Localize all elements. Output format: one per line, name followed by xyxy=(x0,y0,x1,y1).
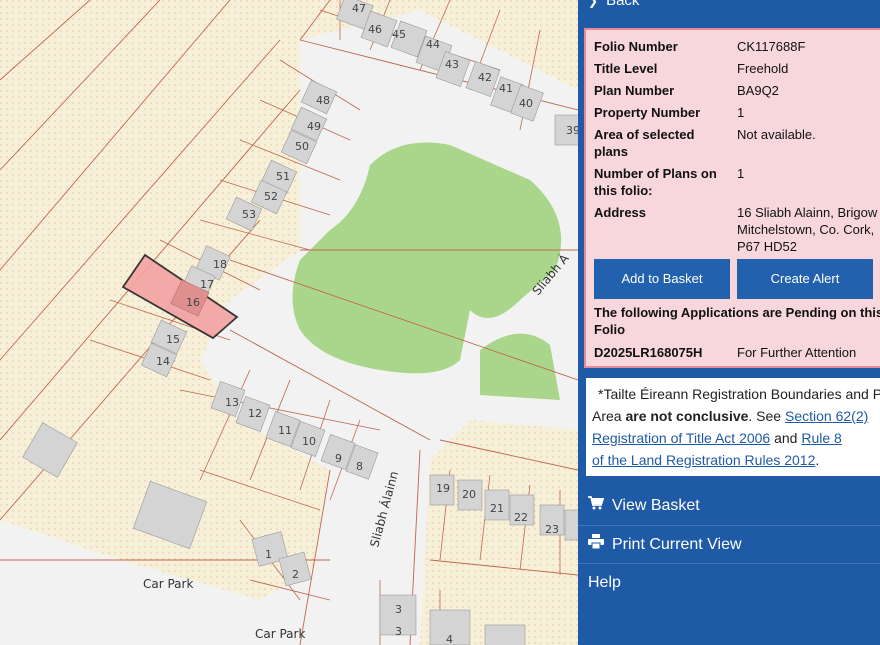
view-basket-label: View Basket xyxy=(612,497,700,514)
house-number: 23 xyxy=(545,523,559,536)
house-number: 4 xyxy=(446,633,453,645)
notice-line: Area are not conclusive. See Section 62(… xyxy=(592,408,869,424)
house-number: 2 xyxy=(292,568,299,581)
application-status: For Further Attention xyxy=(737,345,857,360)
address-line: Mitchelstown, Co. Cork, xyxy=(737,222,875,237)
view-basket-menu-item[interactable]: View Basket xyxy=(578,487,880,525)
house-number: 16 xyxy=(186,296,200,309)
field-label: Plan Number xyxy=(594,83,675,98)
house-number: 22 xyxy=(514,511,528,524)
house-number: 39 xyxy=(566,124,578,137)
house-number: 45 xyxy=(392,28,406,41)
house-number: 20 xyxy=(462,488,476,501)
house-number: 41 xyxy=(499,82,513,95)
section-62-link[interactable]: Section 62(2) xyxy=(785,408,868,424)
house-number: 18 xyxy=(213,258,227,271)
house-number: 50 xyxy=(295,140,309,153)
field-value: Freehold xyxy=(737,61,789,76)
notice-line: *Tailte Éireann Registration Boundaries … xyxy=(598,386,880,402)
field-label: Title Level xyxy=(594,61,658,76)
green-area-small xyxy=(480,333,560,400)
house-number: 3 xyxy=(395,603,402,616)
house-number: 1 xyxy=(265,548,272,561)
print-current-view-menu-item[interactable]: Print Current View xyxy=(578,525,880,563)
print-current-view-label: Print Current View xyxy=(612,536,742,553)
car-park-label: Car Park xyxy=(255,627,305,641)
details-sidebar: ❯ Back Folio Number CK117688F Title Level… xyxy=(578,0,880,645)
field-value: 1 xyxy=(737,166,745,181)
field-label: Area of selected plans xyxy=(594,127,695,159)
house-number: 14 xyxy=(156,355,170,368)
house-number: 19 xyxy=(436,482,450,495)
notice-line: of the Land Registration Rules 2012. xyxy=(592,452,820,468)
house-number: 51 xyxy=(276,170,290,183)
application-id: D2025LR168075H xyxy=(594,345,703,360)
car-park-label: Car Park xyxy=(143,577,193,591)
house-number: 9 xyxy=(335,452,342,465)
house-number: 3 xyxy=(395,625,402,638)
land-registration-rules-link[interactable]: of the Land Registration Rules 2012 xyxy=(592,452,815,468)
house-number: 13 xyxy=(225,396,239,409)
map-view[interactable]: 47 46 45 44 43 42 41 40 39 48 49 50 51 5… xyxy=(0,0,578,645)
pending-applications-title: The following Applications are Pending o… xyxy=(594,305,880,337)
house-number: 11 xyxy=(278,424,292,437)
house-number: 21 xyxy=(490,502,504,515)
add-to-basket-button[interactable]: Add to Basket xyxy=(594,259,730,299)
house-number: 12 xyxy=(248,407,262,420)
back-label: Back xyxy=(606,0,640,9)
registration-act-link[interactable]: Registration of Title Act 2006 xyxy=(592,430,770,446)
chevron-right-icon: ❯ xyxy=(588,0,599,8)
field-value: BA9Q2 xyxy=(737,83,779,98)
help-label: Help xyxy=(588,574,621,591)
cart-icon xyxy=(588,487,612,525)
house-number: 52 xyxy=(264,190,278,203)
back-link[interactable]: ❯ Back xyxy=(578,0,880,14)
field-value: CK117688F xyxy=(737,39,806,54)
house-number: 42 xyxy=(478,71,492,84)
house-number: 40 xyxy=(519,97,533,110)
house-number: 48 xyxy=(316,94,330,107)
field-label: Property Number xyxy=(594,105,701,120)
address-line: P67 HD52 xyxy=(737,239,797,254)
folio-info-panel: Folio Number CK117688F Title Level Freeh… xyxy=(584,28,880,368)
house-number: 17 xyxy=(200,278,214,291)
rule-8-link[interactable]: Rule 8 xyxy=(801,430,841,446)
field-label: Address xyxy=(594,205,647,220)
registration-notice: *Tailte Éireann Registration Boundaries … xyxy=(584,376,880,478)
house-number: 53 xyxy=(242,208,256,221)
house-number: 44 xyxy=(426,38,440,51)
house-number: 15 xyxy=(166,333,180,346)
create-alert-button[interactable]: Create Alert xyxy=(737,259,873,299)
field-value: 1 xyxy=(737,105,745,120)
field-value: Not available. xyxy=(737,127,816,142)
house-number: 43 xyxy=(445,58,459,71)
map-canvas[interactable]: 47 46 45 44 43 42 41 40 39 48 49 50 51 5… xyxy=(0,0,578,645)
field-label: Folio Number xyxy=(594,39,678,54)
field-label: Number of Plans on this folio: xyxy=(594,166,717,198)
house-number: 10 xyxy=(302,435,316,448)
house-number: 46 xyxy=(368,23,382,36)
notice-line: Registration of Title Act 2006 and Rule … xyxy=(592,430,842,446)
house-number: 47 xyxy=(352,2,366,15)
help-menu-item[interactable]: Help xyxy=(578,563,880,601)
printer-icon xyxy=(588,526,612,564)
house-number: 8 xyxy=(356,460,363,473)
house-number: 49 xyxy=(307,120,321,133)
address-line: 16 Sliabh Alainn, Brigow xyxy=(737,205,878,220)
